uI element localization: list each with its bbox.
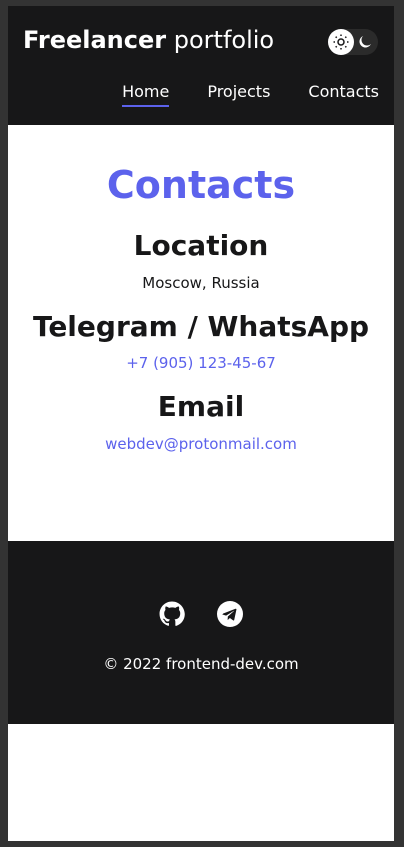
phone-heading: Telegram / WhatsApp [32, 309, 370, 343]
location-heading: Location [133, 228, 269, 262]
phone-link[interactable]: +7 (905) 123-45-67 [126, 354, 276, 372]
site-header: Freelancer portfolio Home Projects Conta… [8, 6, 394, 125]
contacts-section: Contacts Location Moscow, Russia Telegra… [8, 125, 394, 541]
sun-icon [328, 29, 354, 55]
location-value: Moscow, Russia [142, 273, 260, 292]
telegram-icon[interactable] [217, 601, 243, 627]
copyright: © 2022 frontend-dev.com [103, 655, 299, 673]
logo[interactable]: Freelancer portfolio [23, 26, 274, 54]
logo-light: portfolio [173, 26, 275, 54]
moon-icon [353, 30, 377, 54]
theme-toggle[interactable] [328, 29, 378, 55]
page-title: Contacts [106, 163, 296, 207]
logo-bold: Freelancer [23, 26, 167, 54]
main-nav: Home Projects Contacts [122, 82, 379, 107]
email-heading: Email [157, 390, 245, 424]
nav-contacts[interactable]: Contacts [308, 82, 379, 105]
social-links [8, 601, 394, 627]
email-link[interactable]: webdev@protonmail.com [105, 435, 297, 453]
site-footer: © 2022 frontend-dev.com [8, 541, 394, 724]
nav-projects[interactable]: Projects [207, 82, 270, 105]
page: Freelancer portfolio Home Projects Conta… [8, 6, 394, 841]
github-icon[interactable] [159, 601, 185, 627]
nav-home[interactable]: Home [122, 82, 170, 107]
